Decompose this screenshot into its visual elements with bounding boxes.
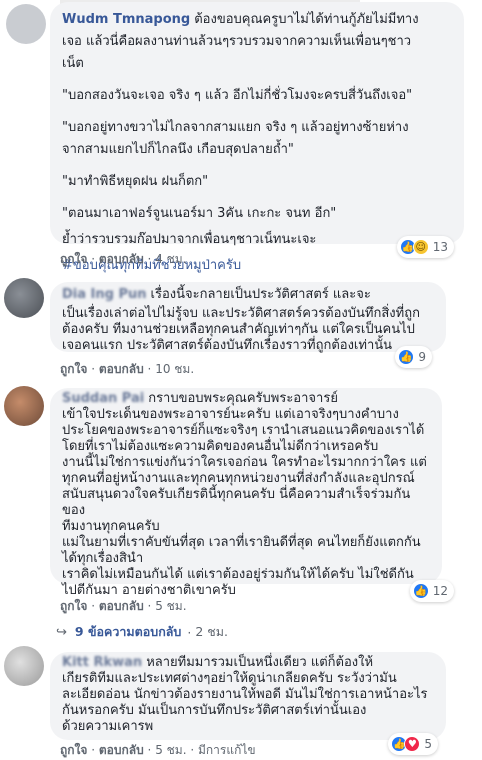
- comment-actions: ถูกใจ · ตอบกลับ · 10 ชม.: [60, 362, 195, 376]
- comment-text-line: เข้าใจประเด็นของพระอาจารย์นะครับ แต่เอาจ…: [62, 407, 399, 422]
- reaction-count: 13: [432, 240, 448, 254]
- like-link[interactable]: ถูกใจ: [60, 252, 87, 266]
- reply-link[interactable]: ตอบกลับ: [99, 362, 144, 376]
- comment-text-line: ละเอียดอ่อน นักข่าวต้องรายงานให้พอดี มัน…: [62, 687, 428, 702]
- avatar[interactable]: [6, 4, 46, 44]
- reaction-count: 5: [424, 737, 432, 751]
- replies-time: 2 ชม.: [195, 624, 228, 639]
- like-icon: 👍: [398, 349, 415, 365]
- view-replies[interactable]: ↪ 9 ข้อความตอบกลับ · 2 ชม.: [56, 622, 228, 642]
- comment-text-line: ได้ทุกเรื่องสินำ: [62, 551, 144, 566]
- commenter-name[interactable]: Wudm Tmnapong: [62, 12, 190, 27]
- reaction-summary[interactable]: 👍 9: [395, 346, 432, 368]
- comment-text-line: ทีมงานทุกคนครับ: [62, 519, 160, 534]
- comment-bubble: Dia Ing Pun เรื่องนี้จะกลายเป็นประวัติศาส…: [50, 282, 446, 353]
- commenter-name[interactable]: Dia Ing Pun: [62, 287, 147, 302]
- comment-time[interactable]: 4 ชม.: [155, 252, 186, 266]
- comment-text-line: ไปตีกันมา อายต่างชาติเขาครับ: [62, 583, 236, 598]
- comment-text-line: เน็ต: [62, 56, 84, 71]
- reaction-summary[interactable]: 👍 ♥ 5: [388, 733, 438, 755]
- reaction-count: 12: [432, 584, 448, 598]
- reply-link[interactable]: ตอบกลับ: [99, 252, 144, 266]
- reaction-summary[interactable]: 👍 ☺ 13: [396, 236, 454, 258]
- comment-text-line: "มาทำพิธีหยุดฝน ฝนก็ตก": [62, 174, 209, 189]
- haha-icon: ☺: [412, 239, 429, 255]
- edited-label[interactable]: มีการแก้ไข: [198, 743, 256, 757]
- comment-text-line: "บอกสองวันจะเจอ จริง ๆ แล้ว อีกไม่กี่ชั่…: [62, 88, 413, 103]
- comment-text-line: "ตอนมาเอาฟอร์จูนเนอร์มา 3คัน เกะกะ จนท อ…: [62, 206, 337, 221]
- like-link[interactable]: ถูกใจ: [60, 743, 87, 757]
- avatar[interactable]: [4, 386, 44, 426]
- comment-text-line: โดยที่เราไม่ต้องแซะความคิดของคนอื่นไม่ดี…: [62, 439, 379, 454]
- comment-text-line: ด้วยความเคารพ: [62, 719, 154, 734]
- comment-text-line: ทุกคนที่อยู่หน้างานและทุกคนทุกหน่วยงานที…: [62, 471, 415, 486]
- comment-actions: ถูกใจ · ตอบกลับ · 5 ชม.: [60, 599, 187, 613]
- comment-text-line: ประโยคของพระอาจารย์ก็แซะจริงๆ เรานำเสนอแ…: [62, 423, 425, 438]
- comment-text-line: เกียรติทีมและประเทศต่างๆอย่าให้ดูน่าเกลี…: [62, 671, 397, 686]
- like-icon: 👍: [412, 583, 429, 599]
- comment-text-line: เจอ แล้วนี่คือผลงานท่านล้วนๆรวบรวมจากควา…: [62, 34, 412, 49]
- comment-text-line: "บอกอยู่ทางขวาไม่ไกลจากสามแยก จริง ๆ แล้…: [62, 120, 409, 135]
- comment-bubble: Wudm Tmnapong ต้องขอบคุณครูบาไม่ได้ท่านกู…: [50, 2, 464, 273]
- comment-bubble: Kitt Rkwan หลายทีมมารวมเป็นหนึ่งเดียว แต่…: [50, 652, 446, 740]
- comment-text-line: จากสามแยกไปก็ไกลนึง เกือบสุดปลายถ้ำ": [62, 142, 294, 157]
- replies-count-link[interactable]: 9 ข้อความตอบกลับ: [75, 622, 181, 642]
- reply-arrow-icon: ↪: [56, 624, 67, 640]
- avatar[interactable]: [4, 278, 44, 318]
- comment-text-line: เรื่องนี้จะกลายเป็นประวัติศาสตร์ และจะ: [150, 287, 371, 302]
- comment-time[interactable]: 5 ชม.: [155, 743, 186, 757]
- reply-link[interactable]: ตอบกลับ: [99, 599, 144, 613]
- like-link[interactable]: ถูกใจ: [60, 599, 87, 613]
- reaction-summary[interactable]: 👍 12: [409, 580, 454, 602]
- like-link[interactable]: ถูกใจ: [60, 362, 87, 376]
- love-icon: ♥: [404, 736, 421, 752]
- reply-link[interactable]: ตอบกลับ: [99, 743, 144, 757]
- comment-bubble: Suddan Pai กราบขอบพระคุณครับพระอาจารย์ เข…: [50, 388, 442, 598]
- comment-text-line: เป็นเรื่องเล่าต่อไปไม่รู้จบ และประวัติศา…: [62, 306, 420, 321]
- comment-text-line: หลายทีมมารวมเป็นหนึ่งเดียว แต่ก็ต้องให้: [146, 655, 374, 670]
- comment-text-line: เจอคนแรก ประวัติศาสตร์ต้องบันทึกเรื่องรา…: [62, 338, 393, 353]
- comment-actions: ถูกใจ · ตอบกลับ · 4 ชม.: [60, 252, 187, 266]
- commenter-name[interactable]: Kitt Rkwan: [62, 655, 142, 670]
- comment-text-line: ย้ำว่ารวบรวมก๊อปมาจากเพื่อนๆชาวเน็ทนะเจะ: [62, 232, 317, 247]
- comment-text-line: ต้องขอบคุณครูบาไม่ได้ท่านกู้ภัยไม่มีทาง: [194, 12, 419, 27]
- comment-time[interactable]: 5 ชม.: [155, 599, 186, 613]
- commenter-name[interactable]: Suddan Pai: [62, 391, 144, 406]
- comment-text-line: ต้องครับ ทีมงานช่วยเหลือทุกคนสำคัญเท่าๆก…: [62, 322, 415, 337]
- comment-text-line: กราบขอบพระคุณครับพระอาจารย์: [148, 391, 338, 406]
- reaction-count: 9: [418, 350, 426, 364]
- comment-text-line: เราคิดไม่เหมือนกันได้ แต่เราต้องอยู่ร่วม…: [62, 567, 414, 582]
- comment-text-line: สนับสนุนดวงใจครับเกียรตินี้ทุกคนครับ นี่…: [62, 487, 411, 518]
- comment-actions: ถูกใจ · ตอบกลับ · 5 ชม. · มีการแก้ไข: [60, 743, 256, 757]
- comment-text-line: กันหรอกครับ มันเป็นการบันทึกประวัติศาสตร…: [62, 703, 367, 718]
- comment-time[interactable]: 10 ชม.: [155, 362, 194, 376]
- comment-text-line: งานนี้ไม่ใช่การแข่งกันว่าใครเจอก่อน ใครท…: [62, 455, 427, 470]
- comment-text-line: แม่ในยามที่เราคับขันที่สุด เวลาที่เรายิน…: [62, 535, 421, 550]
- avatar[interactable]: [4, 646, 44, 686]
